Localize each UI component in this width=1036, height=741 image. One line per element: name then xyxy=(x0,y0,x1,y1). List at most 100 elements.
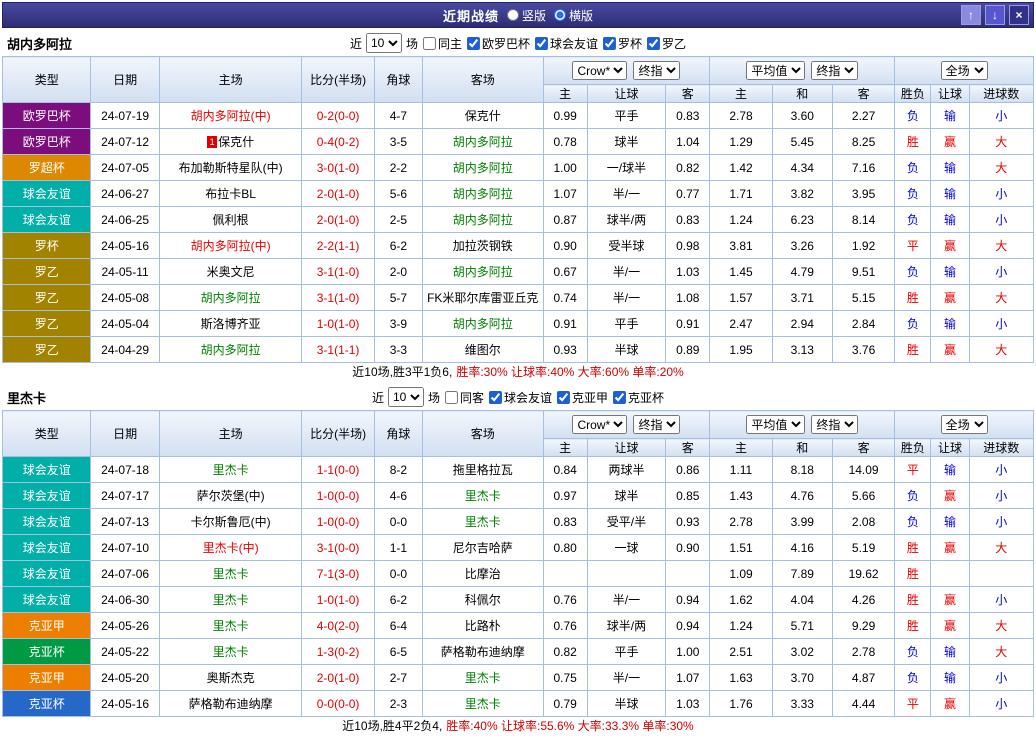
odds-time-select[interactable]: 终指 xyxy=(633,415,680,434)
bookmaker-select[interactable]: Crow* xyxy=(572,415,627,434)
column-header: 让球 xyxy=(931,85,969,103)
average-odds: 1.43 xyxy=(710,483,772,509)
league-type-badge: 克亚杯 xyxy=(3,639,91,665)
column-header: 主 xyxy=(543,439,587,457)
same-venue-filter-checkbox[interactable] xyxy=(445,391,458,404)
sections-container: 胡内多阿拉近10场同主欧罗巴杯球会友谊罗杯罗乙类型日期主场比分(半场)角球客场C… xyxy=(2,30,1034,736)
average-odds: 1.63 xyxy=(710,665,772,691)
result-flag: 输 xyxy=(931,457,969,483)
same-venue-filter[interactable]: 同客 xyxy=(441,389,484,406)
filter-games-label: 场 xyxy=(406,35,418,52)
column-header: 主 xyxy=(710,85,772,103)
avg-time-select[interactable]: 终指 xyxy=(811,61,858,80)
result-flag: 大 xyxy=(969,613,1033,639)
score: 3-1(1-0) xyxy=(302,259,374,285)
home-team-name: 布加勒斯特星队(中) xyxy=(179,161,283,175)
away-team: 尼尔吉哈萨 xyxy=(422,535,543,561)
result-flag: 负 xyxy=(895,103,931,129)
handicap-odds: 0.94 xyxy=(666,613,710,639)
close-button[interactable]: × xyxy=(1009,5,1029,25)
average-odds: 1.95 xyxy=(710,337,772,363)
league-filter[interactable]: 欧罗巴杯 xyxy=(463,35,530,52)
average-odds: 1.11 xyxy=(710,457,772,483)
handicap-odds: 平手 xyxy=(587,103,665,129)
league-filter-checkbox[interactable] xyxy=(647,37,660,50)
average-odds: 1.57 xyxy=(710,285,772,311)
handicap-odds xyxy=(543,561,587,587)
league-filter[interactable]: 罗杯 xyxy=(599,35,642,52)
avg-odds-select[interactable]: 平均值 xyxy=(746,415,805,434)
league-type-badge: 罗超杯 xyxy=(3,155,91,181)
handicap-odds: 平手 xyxy=(587,311,665,337)
league-filter-checkbox[interactable] xyxy=(489,391,502,404)
corner-count: 0-0 xyxy=(374,561,422,587)
same-venue-filter[interactable]: 同主 xyxy=(419,35,462,52)
same-venue-filter-checkbox[interactable] xyxy=(423,37,436,50)
handicap-odds: 0.75 xyxy=(543,665,587,691)
average-odds: 2.47 xyxy=(710,311,772,337)
score: 2-0(1-0) xyxy=(302,665,374,691)
result-flag: 小 xyxy=(969,665,1033,691)
result-flag: 负 xyxy=(895,665,931,691)
average-odds: 1.42 xyxy=(710,155,772,181)
league-filter-checkbox[interactable] xyxy=(535,37,548,50)
scope-select[interactable]: 全场 xyxy=(941,415,988,434)
vertical-layout-radio[interactable] xyxy=(507,9,519,21)
league-filter-checkbox[interactable] xyxy=(613,391,626,404)
result-flag: 负 xyxy=(895,207,931,233)
move-up-button[interactable]: ↑ xyxy=(961,5,981,25)
scope-select[interactable]: 全场 xyxy=(941,61,988,80)
odds-time-select[interactable]: 终指 xyxy=(633,61,680,80)
horizontal-layout-radio[interactable] xyxy=(554,9,566,21)
average-odds: 9.51 xyxy=(832,259,894,285)
bookmaker-select[interactable]: Crow* xyxy=(572,61,627,80)
recent-results-panel: 近期战绩 竖版 横版 ↑ ↓ × 胡内多阿拉近10场同主欧罗巴杯球会友谊罗杯罗乙… xyxy=(2,2,1034,736)
league-filter-checkbox[interactable] xyxy=(557,391,570,404)
recent-count-select[interactable]: 10 xyxy=(388,387,424,407)
column-header: 客 xyxy=(832,85,894,103)
average-odds: 2.84 xyxy=(832,311,894,337)
league-filter[interactable]: 罗乙 xyxy=(643,35,686,52)
layout-radio-horizontal[interactable]: 横版 xyxy=(554,7,593,24)
handicap-odds: 半/一 xyxy=(587,665,665,691)
result-flag: 赢 xyxy=(931,613,969,639)
league-filter[interactable]: 球会友谊 xyxy=(531,35,598,52)
result-flag: 小 xyxy=(969,311,1033,337)
move-down-button[interactable]: ↓ xyxy=(985,5,1005,25)
column-header: 类型 xyxy=(3,57,91,103)
column-header: 胜负 xyxy=(895,439,931,457)
match-date: 24-05-22 xyxy=(91,639,159,665)
result-flag: 胜 xyxy=(895,613,931,639)
filter-near-label: 近 xyxy=(372,389,384,406)
score: 3-1(1-1) xyxy=(302,337,374,363)
team-section: 里杰卡近10场同客球会友谊克亚甲克亚杯类型日期主场比分(半场)角球客场Crow*… xyxy=(2,384,1034,736)
avg-odds-select[interactable]: 平均值 xyxy=(746,61,805,80)
league-filter[interactable]: 克亚甲 xyxy=(553,389,608,406)
result-flag: 输 xyxy=(931,665,969,691)
handicap-odds: 0.91 xyxy=(666,311,710,337)
layout-radio-vertical[interactable]: 竖版 xyxy=(507,7,546,24)
league-type-badge: 克亚甲 xyxy=(3,613,91,639)
score: 3-0(1-0) xyxy=(302,155,374,181)
score: 3-1(0-0) xyxy=(302,535,374,561)
away-team: FK米耶尔库雷亚丘克 xyxy=(422,285,543,311)
score: 7-1(3-0) xyxy=(302,561,374,587)
match-date: 24-07-12 xyxy=(91,129,159,155)
away-team: 胡内多阿拉 xyxy=(422,207,543,233)
league-filter[interactable]: 克亚杯 xyxy=(609,389,664,406)
match-date: 24-05-16 xyxy=(91,691,159,717)
handicap-odds: 0.99 xyxy=(543,103,587,129)
league-filter-checkbox[interactable] xyxy=(603,37,616,50)
avg-time-select[interactable]: 终指 xyxy=(811,415,858,434)
column-header: 胜负 xyxy=(895,85,931,103)
home-team: 里杰卡 xyxy=(159,457,302,483)
result-flag: 小 xyxy=(969,103,1033,129)
recent-count-select[interactable]: 10 xyxy=(366,33,402,53)
league-filter[interactable]: 球会友谊 xyxy=(485,389,552,406)
match-date: 24-07-06 xyxy=(91,561,159,587)
column-header: 比分(半场) xyxy=(302,57,374,103)
away-team: 里杰卡 xyxy=(422,691,543,717)
league-filter-checkbox[interactable] xyxy=(467,37,480,50)
corner-count: 1-1 xyxy=(374,535,422,561)
home-team: 里杰卡 xyxy=(159,639,302,665)
